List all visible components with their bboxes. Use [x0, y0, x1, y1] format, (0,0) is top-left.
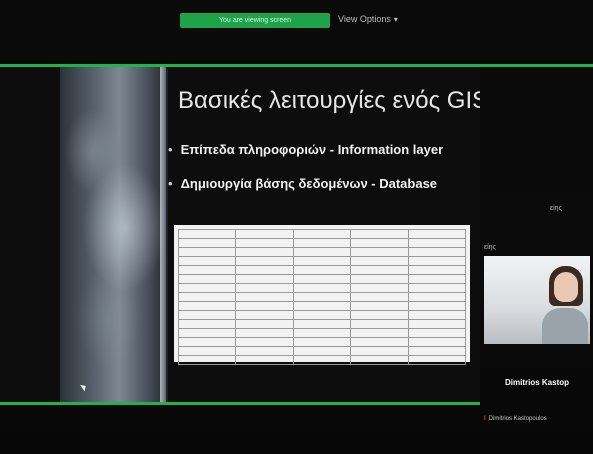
shared-slide: Βασικές λειτουργίες ενός GIS • Επίπεδα πλ… [0, 67, 480, 402]
side-label: είης [484, 244, 496, 251]
earth-image [60, 67, 168, 402]
slide-title: Βασικές λειτουργίες ενός GIS [178, 87, 480, 114]
database-table-image [174, 225, 470, 365]
recording-indicator-icon: I [484, 416, 486, 422]
bullet-icon: • [168, 176, 173, 191]
bullet-database: • Δημιουργία βάσης δεδομένων - Database [168, 176, 437, 191]
bullet-icon: • [168, 142, 173, 157]
table-row [177, 265, 467, 275]
table-row [177, 238, 467, 248]
side-label: είης [550, 205, 562, 212]
participant-body [542, 308, 588, 344]
participant-face [554, 272, 578, 302]
table-row [177, 337, 467, 347]
table-row [177, 229, 467, 239]
slide-divider [160, 67, 166, 402]
table-row [177, 283, 467, 293]
participant-video-tile[interactable] [484, 256, 590, 344]
table-row [177, 301, 467, 311]
database-table [177, 229, 467, 365]
table-row [177, 319, 467, 329]
meeting-screen: You are viewing screen View Options ▾ Βασ… [0, 0, 593, 454]
bullet-information-layers: • Επίπεδα πληροφοριών - Information layer [168, 142, 443, 157]
chevron-down-icon: ▾ [393, 15, 398, 24]
table-row [177, 292, 467, 302]
table-row [177, 310, 467, 320]
share-frame-bottom-border [0, 402, 480, 405]
table-row [177, 256, 467, 266]
view-options-label: View Options [338, 14, 391, 24]
participant-bottom-name: I Dimitrios Kastopoulos [484, 416, 547, 422]
table-row [177, 247, 467, 257]
table-row [177, 346, 467, 356]
participant-name-label: Dimitrios Kastop [505, 378, 570, 387]
table-row [177, 274, 467, 284]
bullet-text: Δημιουργία βάσης δεδομένων - Database [180, 176, 438, 191]
table-row [177, 355, 467, 365]
view-options-button[interactable]: View Options ▾ [338, 12, 398, 27]
bullet-text: Επίπεδα πληροφοριών - Information layer [180, 142, 444, 157]
top-bar: You are viewing screen View Options ▾ [0, 0, 593, 62]
screen-share-banner: You are viewing screen [180, 13, 330, 28]
table-row [177, 328, 467, 338]
participant-bottom-name-text: Dimitrios Kastopoulos [488, 416, 547, 422]
